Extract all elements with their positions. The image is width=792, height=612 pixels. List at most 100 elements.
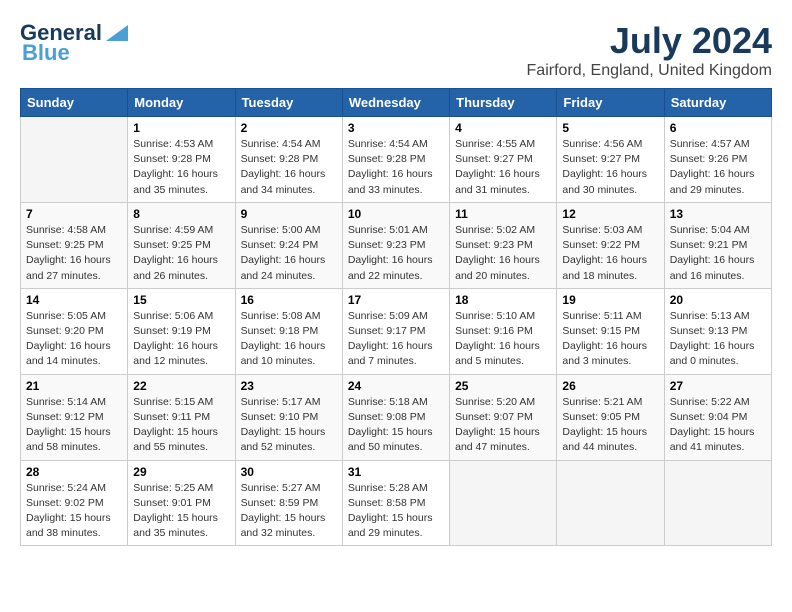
calendar-table: SundayMondayTuesdayWednesdayThursdayFrid… bbox=[20, 88, 772, 546]
calendar-header-row: SundayMondayTuesdayWednesdayThursdayFrid… bbox=[21, 89, 772, 117]
column-header-wednesday: Wednesday bbox=[342, 89, 449, 117]
calendar-week-row: 1 Sunrise: 4:53 AM Sunset: 9:28 PM Daylig… bbox=[21, 117, 772, 203]
calendar-cell: 9Sunrise: 5:00 AM Sunset: 9:24 PM Daylig… bbox=[235, 202, 342, 288]
day-number: 29 bbox=[133, 465, 229, 479]
calendar-week-row: 28Sunrise: 5:24 AM Sunset: 9:02 PM Dayli… bbox=[21, 460, 772, 546]
day-info: Sunrise: 4:55 AM Sunset: 9:27 PM Dayligh… bbox=[455, 137, 551, 198]
day-info: Sunrise: 5:25 AM Sunset: 9:01 PM Dayligh… bbox=[133, 481, 229, 542]
day-number: 3 bbox=[348, 121, 444, 135]
day-number: 30 bbox=[241, 465, 337, 479]
calendar-cell: 1 Sunrise: 4:53 AM Sunset: 9:28 PM Daylig… bbox=[128, 117, 235, 203]
day-info: Sunrise: 4:58 AM Sunset: 9:25 PM Dayligh… bbox=[26, 223, 122, 284]
page-header: General Blue July 2024 Fairford, England… bbox=[20, 20, 772, 80]
day-number: 26 bbox=[562, 379, 658, 393]
day-number: 18 bbox=[455, 293, 551, 307]
day-info: Sunrise: 5:09 AM Sunset: 9:17 PM Dayligh… bbox=[348, 309, 444, 370]
calendar-cell: 31Sunrise: 5:28 AM Sunset: 8:58 PM Dayli… bbox=[342, 460, 449, 546]
calendar-cell: 11 Sunrise: 5:02 AM Sunset: 9:23 PM Dayli… bbox=[450, 202, 557, 288]
calendar-cell: 25 Sunrise: 5:20 AM Sunset: 9:07 PM Dayli… bbox=[450, 374, 557, 460]
day-info: Sunrise: 5:11 AM Sunset: 9:15 PM Dayligh… bbox=[562, 309, 658, 370]
calendar-week-row: 7 Sunrise: 4:58 AM Sunset: 9:25 PM Daylig… bbox=[21, 202, 772, 288]
day-number: 1 bbox=[133, 121, 229, 135]
calendar-cell: 18 Sunrise: 5:10 AM Sunset: 9:16 PM Dayli… bbox=[450, 288, 557, 374]
day-info: Sunrise: 4:54 AM Sunset: 9:28 PM Dayligh… bbox=[348, 137, 444, 198]
day-number: 16 bbox=[241, 293, 337, 307]
calendar-cell: 13 Sunrise: 5:04 AM Sunset: 9:21 PM Dayli… bbox=[664, 202, 771, 288]
day-info: Sunrise: 4:54 AM Sunset: 9:28 PM Dayligh… bbox=[241, 137, 337, 198]
calendar-cell: 27 Sunrise: 5:22 AM Sunset: 9:04 PM Dayli… bbox=[664, 374, 771, 460]
day-info: Sunrise: 5:20 AM Sunset: 9:07 PM Dayligh… bbox=[455, 395, 551, 456]
calendar-cell: 8Sunrise: 4:59 AM Sunset: 9:25 PM Daylig… bbox=[128, 202, 235, 288]
day-number: 10 bbox=[348, 207, 444, 221]
column-header-friday: Friday bbox=[557, 89, 664, 117]
day-number: 31 bbox=[348, 465, 444, 479]
calendar-cell: 5 Sunrise: 4:56 AM Sunset: 9:27 PM Daylig… bbox=[557, 117, 664, 203]
day-info: Sunrise: 5:02 AM Sunset: 9:23 PM Dayligh… bbox=[455, 223, 551, 284]
day-number: 2 bbox=[241, 121, 337, 135]
day-number: 19 bbox=[562, 293, 658, 307]
day-number: 23 bbox=[241, 379, 337, 393]
day-number: 21 bbox=[26, 379, 122, 393]
calendar-cell: 16 Sunrise: 5:08 AM Sunset: 9:18 PM Dayli… bbox=[235, 288, 342, 374]
column-header-sunday: Sunday bbox=[21, 89, 128, 117]
day-number: 17 bbox=[348, 293, 444, 307]
day-number: 27 bbox=[670, 379, 766, 393]
day-info: Sunrise: 5:17 AM Sunset: 9:10 PM Dayligh… bbox=[241, 395, 337, 456]
calendar-cell: 12 Sunrise: 5:03 AM Sunset: 9:22 PM Dayli… bbox=[557, 202, 664, 288]
calendar-cell: 10 Sunrise: 5:01 AM Sunset: 9:23 PM Dayli… bbox=[342, 202, 449, 288]
calendar-cell: 28Sunrise: 5:24 AM Sunset: 9:02 PM Dayli… bbox=[21, 460, 128, 546]
logo-icon bbox=[106, 25, 128, 41]
day-number: 8 bbox=[133, 207, 229, 221]
day-info: Sunrise: 5:06 AM Sunset: 9:19 PM Dayligh… bbox=[133, 309, 229, 370]
day-number: 12 bbox=[562, 207, 658, 221]
day-number: 5 bbox=[562, 121, 658, 135]
logo: General Blue bbox=[20, 20, 128, 66]
calendar-cell: 23 Sunrise: 5:17 AM Sunset: 9:10 PM Dayli… bbox=[235, 374, 342, 460]
day-info: Sunrise: 5:18 AM Sunset: 9:08 PM Dayligh… bbox=[348, 395, 444, 456]
column-header-saturday: Saturday bbox=[664, 89, 771, 117]
day-info: Sunrise: 5:22 AM Sunset: 9:04 PM Dayligh… bbox=[670, 395, 766, 456]
day-number: 25 bbox=[455, 379, 551, 393]
calendar-cell: 24 Sunrise: 5:18 AM Sunset: 9:08 PM Dayli… bbox=[342, 374, 449, 460]
title-area: July 2024 Fairford, England, United King… bbox=[527, 20, 772, 80]
calendar-cell: 4Sunrise: 4:55 AM Sunset: 9:27 PM Daylig… bbox=[450, 117, 557, 203]
calendar-cell: 26Sunrise: 5:21 AM Sunset: 9:05 PM Dayli… bbox=[557, 374, 664, 460]
day-number: 28 bbox=[26, 465, 122, 479]
calendar-cell: 22 Sunrise: 5:15 AM Sunset: 9:11 PM Dayli… bbox=[128, 374, 235, 460]
day-info: Sunrise: 5:27 AM Sunset: 8:59 PM Dayligh… bbox=[241, 481, 337, 542]
day-info: Sunrise: 5:05 AM Sunset: 9:20 PM Dayligh… bbox=[26, 309, 122, 370]
column-header-thursday: Thursday bbox=[450, 89, 557, 117]
calendar-week-row: 21 Sunrise: 5:14 AM Sunset: 9:12 PM Dayli… bbox=[21, 374, 772, 460]
calendar-cell bbox=[664, 460, 771, 546]
calendar-cell: 21 Sunrise: 5:14 AM Sunset: 9:12 PM Dayli… bbox=[21, 374, 128, 460]
day-info: Sunrise: 4:53 AM Sunset: 9:28 PM Dayligh… bbox=[133, 137, 229, 198]
day-number: 7 bbox=[26, 207, 122, 221]
column-header-tuesday: Tuesday bbox=[235, 89, 342, 117]
day-info: Sunrise: 4:56 AM Sunset: 9:27 PM Dayligh… bbox=[562, 137, 658, 198]
calendar-cell: 2 Sunrise: 4:54 AM Sunset: 9:28 PM Daylig… bbox=[235, 117, 342, 203]
day-number: 24 bbox=[348, 379, 444, 393]
day-info: Sunrise: 5:13 AM Sunset: 9:13 PM Dayligh… bbox=[670, 309, 766, 370]
calendar-cell: 15Sunrise: 5:06 AM Sunset: 9:19 PM Dayli… bbox=[128, 288, 235, 374]
day-number: 13 bbox=[670, 207, 766, 221]
day-info: Sunrise: 4:57 AM Sunset: 9:26 PM Dayligh… bbox=[670, 137, 766, 198]
day-info: Sunrise: 5:15 AM Sunset: 9:11 PM Dayligh… bbox=[133, 395, 229, 456]
day-info: Sunrise: 5:10 AM Sunset: 9:16 PM Dayligh… bbox=[455, 309, 551, 370]
day-number: 14 bbox=[26, 293, 122, 307]
calendar-cell: 14 Sunrise: 5:05 AM Sunset: 9:20 PM Dayli… bbox=[21, 288, 128, 374]
calendar-cell: 20 Sunrise: 5:13 AM Sunset: 9:13 PM Dayli… bbox=[664, 288, 771, 374]
day-info: Sunrise: 5:14 AM Sunset: 9:12 PM Dayligh… bbox=[26, 395, 122, 456]
calendar-cell: 7 Sunrise: 4:58 AM Sunset: 9:25 PM Daylig… bbox=[21, 202, 128, 288]
day-info: Sunrise: 5:01 AM Sunset: 9:23 PM Dayligh… bbox=[348, 223, 444, 284]
month-title: July 2024 bbox=[527, 20, 772, 62]
day-info: Sunrise: 5:03 AM Sunset: 9:22 PM Dayligh… bbox=[562, 223, 658, 284]
day-info: Sunrise: 5:08 AM Sunset: 9:18 PM Dayligh… bbox=[241, 309, 337, 370]
location-title: Fairford, England, United Kingdom bbox=[527, 62, 772, 80]
day-info: Sunrise: 5:04 AM Sunset: 9:21 PM Dayligh… bbox=[670, 223, 766, 284]
calendar-cell bbox=[21, 117, 128, 203]
calendar-cell: 29 Sunrise: 5:25 AM Sunset: 9:01 PM Dayli… bbox=[128, 460, 235, 546]
day-number: 22 bbox=[133, 379, 229, 393]
calendar-cell: 6Sunrise: 4:57 AM Sunset: 9:26 PM Daylig… bbox=[664, 117, 771, 203]
day-number: 20 bbox=[670, 293, 766, 307]
day-number: 11 bbox=[455, 207, 551, 221]
